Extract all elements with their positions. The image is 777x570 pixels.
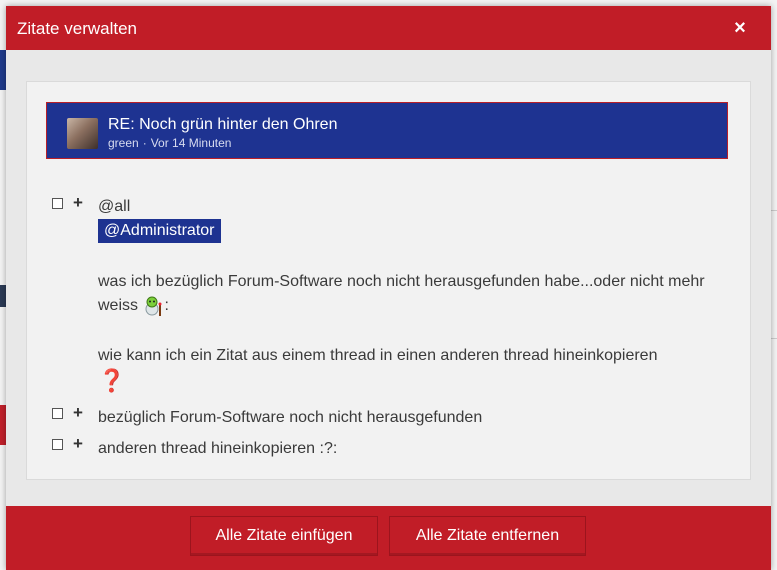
post-author[interactable]: green (108, 136, 139, 150)
close-icon[interactable]: × (731, 18, 749, 38)
insert-all-quotes-button[interactable]: Alle Zitate einfügen (190, 516, 378, 556)
dialog-body: RE: Noch grün hinter den Ohren green · Vor… (26, 81, 776, 480)
quotes-panel: RE: Noch grün hinter den Ohren green · Vor… (26, 81, 751, 480)
quote-checkbox[interactable] (52, 439, 63, 450)
manage-quotes-dialog: Zitate verwalten × RE: Noch grün hinter … (6, 6, 771, 570)
quote-paragraph: wie kann ich ein Zitat aus einem thread … (98, 344, 738, 368)
quote-paragraph-text: wie kann ich ein Zitat aus einem thread … (98, 347, 658, 364)
avatar (67, 118, 98, 149)
question-mark-icon: ❓ (98, 368, 126, 393)
quote-text: bezüglich Forum-Software noch nicht hera… (98, 409, 483, 426)
quote-mention-wrap: @Administrator (98, 219, 221, 243)
quote-paragraph-suffix: : (164, 297, 169, 314)
plus-icon[interactable]: + (73, 194, 83, 211)
dialog-footer: Alle Zitate einfügen Alle Zitate entfern… (6, 506, 771, 570)
post-title[interactable]: RE: Noch grün hinter den Ohren (108, 115, 337, 135)
dialog-title: Zitate verwalten (17, 19, 137, 38)
confused-smiley-icon (145, 296, 162, 316)
post-time: Vor 14 Minuten (150, 136, 232, 150)
meta-separator: · (142, 136, 147, 150)
plus-icon[interactable]: + (73, 435, 83, 452)
dialog-header: Zitate verwalten × (6, 6, 771, 50)
remove-all-quotes-button[interactable]: Alle Zitate entfernen (389, 516, 586, 556)
post-header: RE: Noch grün hinter den Ohren green · Vor… (46, 102, 728, 159)
quote-line-all: @all (98, 198, 131, 215)
quote-checkbox[interactable] (52, 198, 63, 209)
plus-icon[interactable]: + (73, 404, 83, 421)
quote-text: anderen thread hineinkopieren :?: (98, 440, 338, 457)
quote-paragraph-text: was ich bezüglich Forum-Software noch ni… (98, 273, 705, 314)
quote-paragraph: was ich bezüglich Forum-Software noch ni… (98, 270, 738, 318)
mention-administrator[interactable]: @Administrator (98, 219, 221, 243)
post-meta: green · Vor 14 Minuten (108, 136, 231, 150)
question-mark-line: ❓ (98, 369, 738, 396)
quote-checkbox[interactable] (52, 408, 63, 419)
